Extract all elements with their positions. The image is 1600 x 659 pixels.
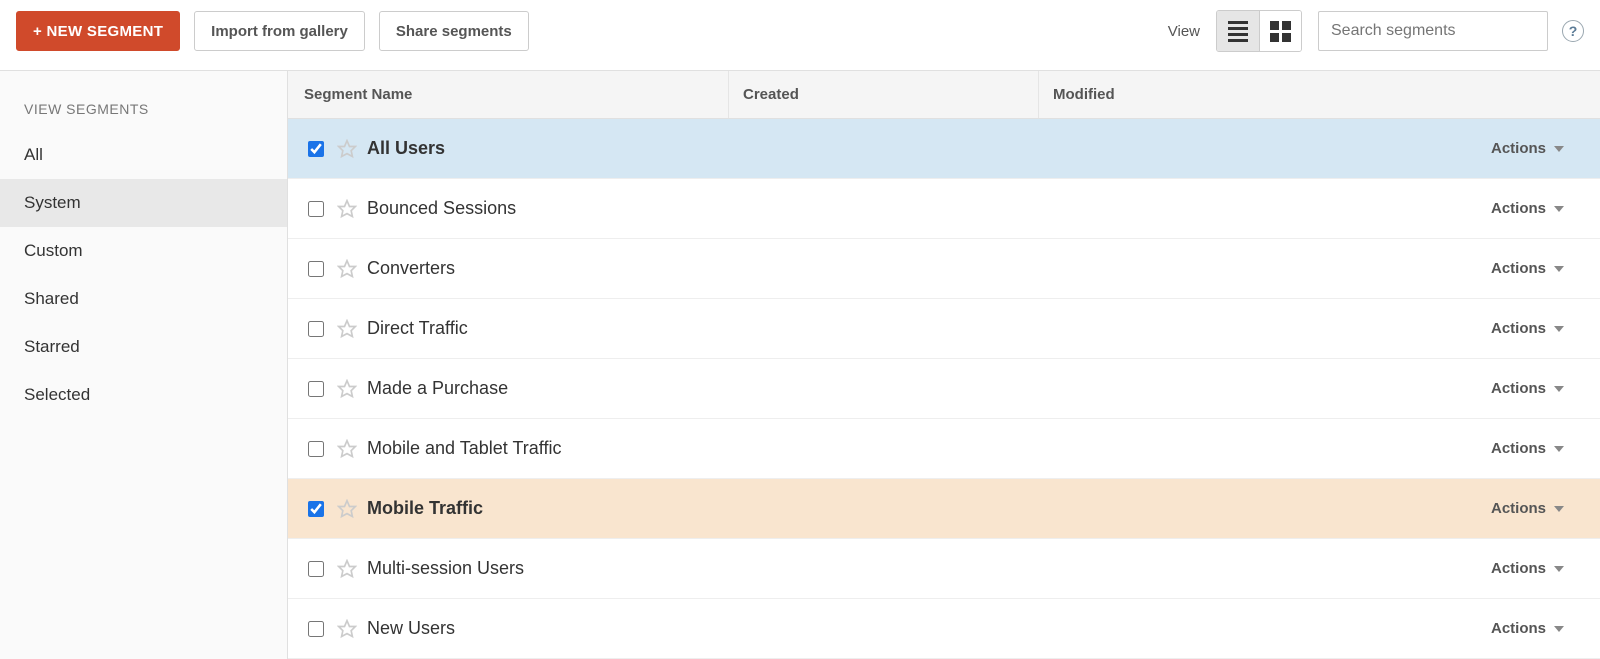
share-segments-button[interactable]: Share segments (379, 11, 529, 51)
segment-name: All Users (367, 138, 445, 159)
row-checkbox[interactable] (308, 201, 324, 217)
segment-name: Converters (367, 258, 455, 279)
star-icon[interactable] (337, 259, 357, 279)
table-row[interactable]: Direct Traffic Actions (288, 299, 1600, 359)
sidebar-item-system[interactable]: System (0, 179, 287, 227)
col-modified[interactable]: Modified (1038, 71, 1348, 118)
chevron-down-icon (1554, 446, 1564, 452)
table-row[interactable]: Converters Actions (288, 239, 1600, 299)
row-checkbox[interactable] (308, 441, 324, 457)
chevron-down-icon (1554, 506, 1564, 512)
star-icon[interactable] (337, 439, 357, 459)
star-icon[interactable] (337, 499, 357, 519)
sidebar-item-all[interactable]: All (0, 131, 287, 179)
actions-label: Actions (1491, 140, 1546, 157)
star-icon[interactable] (337, 199, 357, 219)
actions-menu[interactable]: Actions (1348, 440, 1600, 457)
segment-name: Mobile and Tablet Traffic (367, 438, 561, 459)
actions-label: Actions (1491, 620, 1546, 637)
grid-icon (1270, 21, 1291, 42)
chevron-down-icon (1554, 326, 1564, 332)
new-segment-button[interactable]: + NEW SEGMENT (16, 11, 180, 51)
actions-menu[interactable]: Actions (1348, 200, 1600, 217)
actions-label: Actions (1491, 260, 1546, 277)
actions-label: Actions (1491, 320, 1546, 337)
segment-name: Mobile Traffic (367, 498, 483, 519)
segment-name: Direct Traffic (367, 318, 468, 339)
sidebar-item-selected[interactable]: Selected (0, 371, 287, 419)
table-row[interactable]: Multi-session Users Actions (288, 539, 1600, 599)
actions-menu[interactable]: Actions (1348, 620, 1600, 637)
table-row[interactable]: Made a Purchase Actions (288, 359, 1600, 419)
help-button[interactable]: ? (1562, 20, 1584, 42)
toolbar: + NEW SEGMENT Import from gallery Share … (0, 0, 1600, 71)
chevron-down-icon (1554, 386, 1564, 392)
row-checkbox[interactable] (308, 261, 324, 277)
sidebar: VIEW SEGMENTS AllSystemCustomSharedStarr… (0, 71, 288, 659)
row-checkbox[interactable] (308, 141, 324, 157)
table-row[interactable]: Mobile and Tablet Traffic Actions (288, 419, 1600, 479)
search-input[interactable] (1329, 21, 1540, 41)
search-box[interactable] (1318, 11, 1548, 51)
table-row[interactable]: Bounced Sessions Actions (288, 179, 1600, 239)
actions-menu[interactable]: Actions (1348, 140, 1600, 157)
col-created[interactable]: Created (728, 71, 1038, 118)
chevron-down-icon (1554, 626, 1564, 632)
actions-label: Actions (1491, 380, 1546, 397)
segments-table: Segment Name Created Modified All UsersA… (288, 71, 1600, 659)
chevron-down-icon (1554, 566, 1564, 572)
actions-menu[interactable]: Actions (1348, 380, 1600, 397)
row-checkbox[interactable] (308, 561, 324, 577)
view-toggle (1216, 10, 1302, 52)
actions-label: Actions (1491, 200, 1546, 217)
col-segment-name[interactable]: Segment Name (288, 86, 728, 103)
row-checkbox[interactable] (308, 621, 324, 637)
grid-view-button[interactable] (1259, 11, 1301, 51)
segment-name: New Users (367, 618, 455, 639)
list-view-button[interactable] (1217, 11, 1259, 51)
actions-label: Actions (1491, 560, 1546, 577)
sidebar-title: VIEW SEGMENTS (0, 101, 287, 131)
segment-name: Made a Purchase (367, 378, 508, 399)
row-checkbox[interactable] (308, 381, 324, 397)
chevron-down-icon (1554, 266, 1564, 272)
actions-menu[interactable]: Actions (1348, 500, 1600, 517)
row-checkbox[interactable] (308, 501, 324, 517)
segment-name: Multi-session Users (367, 558, 524, 579)
import-from-gallery-button[interactable]: Import from gallery (194, 11, 365, 51)
list-icon (1228, 21, 1248, 42)
actions-label: Actions (1491, 500, 1546, 517)
sidebar-item-shared[interactable]: Shared (0, 275, 287, 323)
row-checkbox[interactable] (308, 321, 324, 337)
chevron-down-icon (1554, 206, 1564, 212)
star-icon[interactable] (337, 139, 357, 159)
table-row[interactable]: All Users Actions (288, 119, 1600, 179)
table-row[interactable]: Mobile Traffic Actions (288, 479, 1600, 539)
actions-label: Actions (1491, 440, 1546, 457)
chevron-down-icon (1554, 146, 1564, 152)
actions-menu[interactable]: Actions (1348, 320, 1600, 337)
sidebar-item-custom[interactable]: Custom (0, 227, 287, 275)
star-icon[interactable] (337, 379, 357, 399)
star-icon[interactable] (337, 559, 357, 579)
star-icon[interactable] (337, 619, 357, 639)
star-icon[interactable] (337, 319, 357, 339)
actions-menu[interactable]: Actions (1348, 260, 1600, 277)
table-header: Segment Name Created Modified (288, 71, 1600, 119)
segment-name: Bounced Sessions (367, 198, 516, 219)
table-row[interactable]: New Users Actions (288, 599, 1600, 659)
actions-menu[interactable]: Actions (1348, 560, 1600, 577)
view-label: View (1168, 23, 1200, 40)
sidebar-item-starred[interactable]: Starred (0, 323, 287, 371)
